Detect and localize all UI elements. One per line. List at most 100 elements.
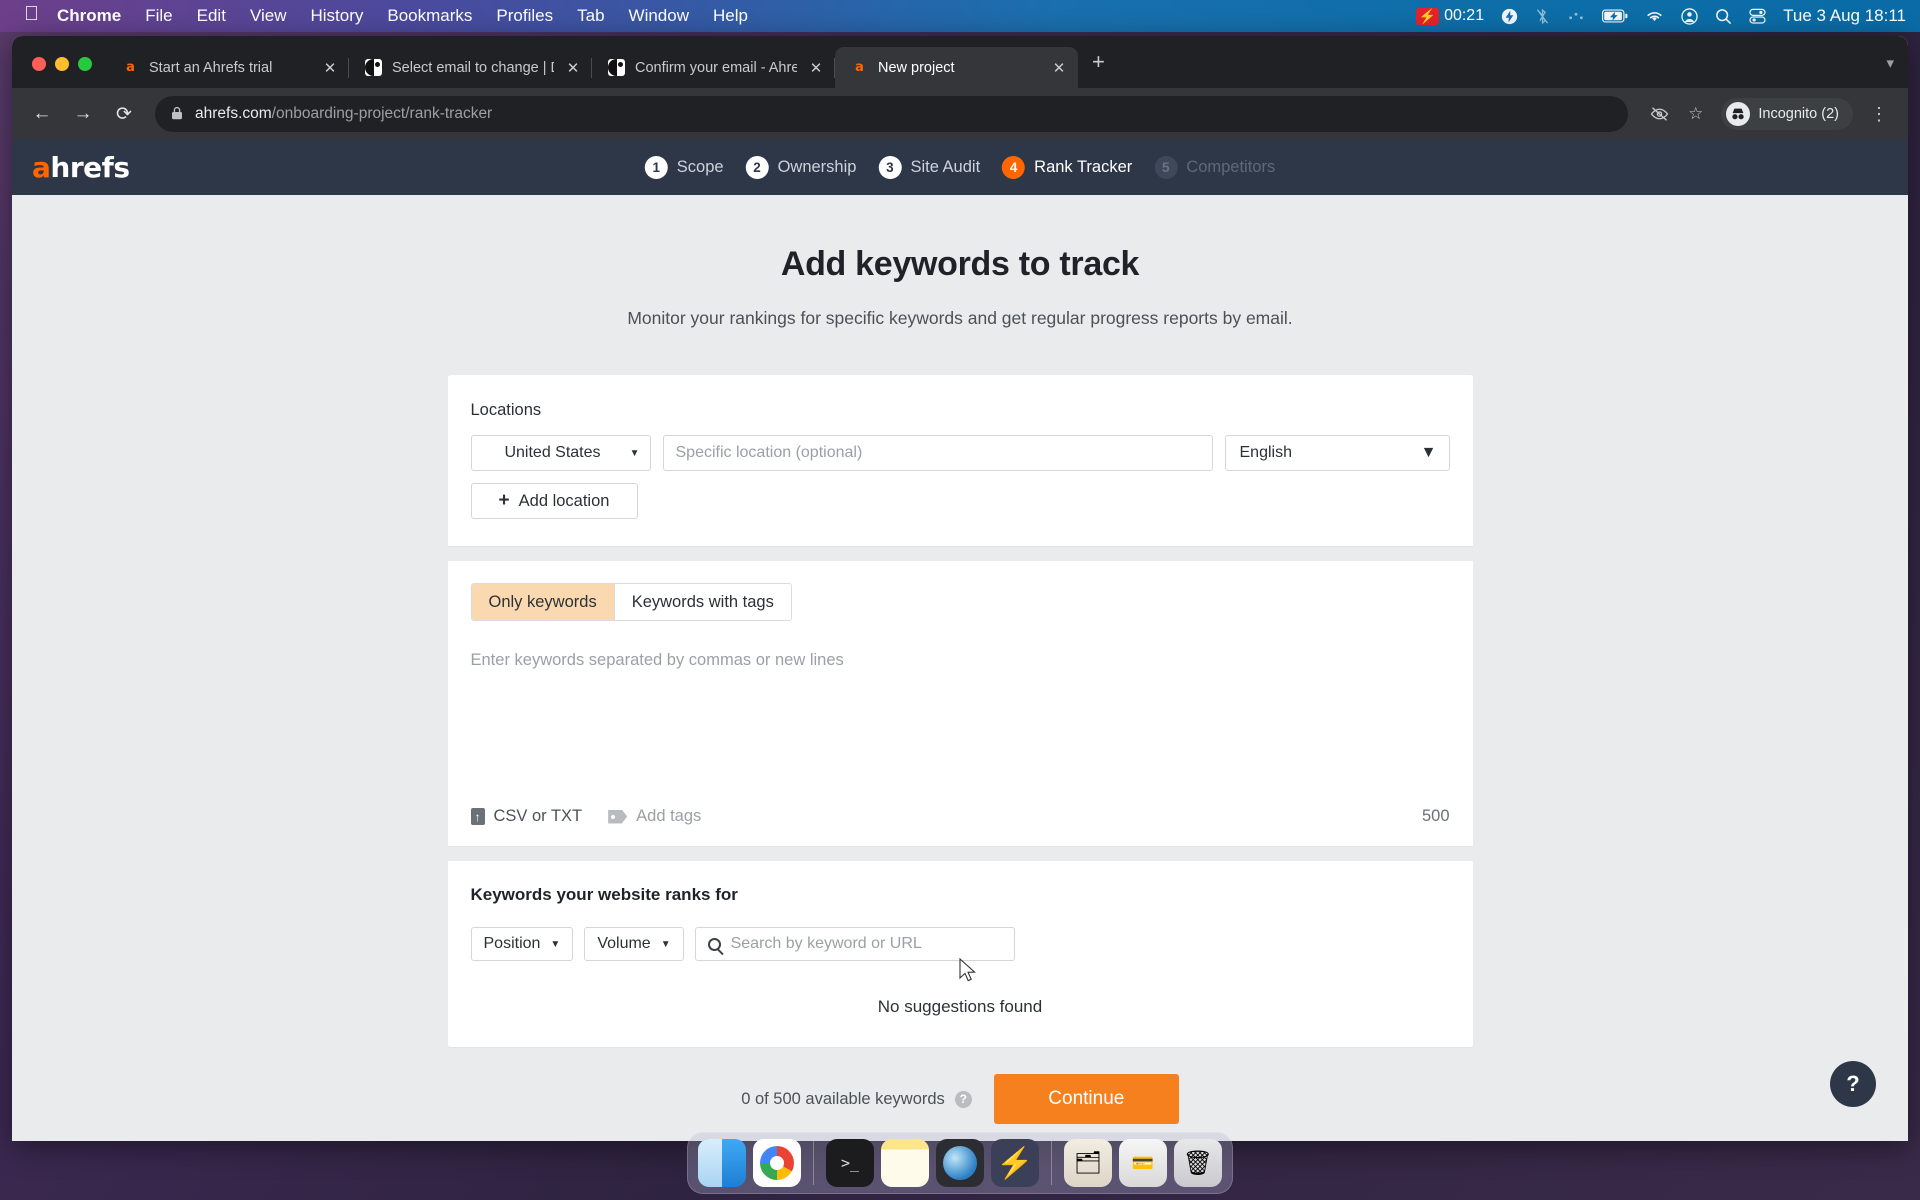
ranks-filter-row: Position ▼ Volume ▼ Search by keyword or… xyxy=(470,927,1450,961)
recording-bolt-icon: ⚡ xyxy=(1415,7,1440,25)
menu-item-file[interactable]: File xyxy=(145,6,172,26)
dock-trash[interactable]: 🗑 xyxy=(1174,1139,1222,1187)
browser-tab[interactable]: a Start an Ahrefs trial ✕ xyxy=(106,47,349,88)
control-center-icon[interactable] xyxy=(1749,8,1766,24)
ahrefs-site-header: ahrefs 1 Scope 2 Ownership 3 Site Audit xyxy=(12,140,1908,195)
add-location-button[interactable]: + Add location xyxy=(470,483,638,519)
minimize-window-button[interactable] xyxy=(55,57,69,71)
django-icon xyxy=(365,59,382,76)
dock-app-preview[interactable] xyxy=(936,1139,984,1187)
new-tab-button[interactable]: + xyxy=(1078,49,1119,88)
dock-app-lightning[interactable]: ⚡ xyxy=(991,1139,1039,1187)
tab-keywords-with-tags[interactable]: Keywords with tags xyxy=(613,584,791,620)
close-window-button[interactable] xyxy=(32,57,46,71)
logo-text: hrefs xyxy=(50,151,130,184)
menu-item-history[interactable]: History xyxy=(310,6,363,26)
available-keywords-text: 0 of 500 available keywords xyxy=(741,1089,945,1108)
menu-item-view[interactable]: View xyxy=(250,6,287,26)
step-scope[interactable]: 1 Scope xyxy=(644,156,724,179)
menu-item-help[interactable]: Help xyxy=(713,6,748,26)
step-competitors: 5 Competitors xyxy=(1154,156,1275,179)
position-filter-dropdown[interactable]: Position ▼ xyxy=(470,927,574,961)
menu-item-edit[interactable]: Edit xyxy=(197,6,226,26)
dock-app-glyph: >_ xyxy=(840,1154,860,1172)
no-suggestions-message: No suggestions found xyxy=(877,997,1043,1016)
window-traffic-lights xyxy=(26,57,106,88)
add-tags-button[interactable]: Add tags xyxy=(608,807,701,826)
ahrefs-logo[interactable]: ahrefs xyxy=(32,151,130,184)
tab-title: Start an Ahrefs trial xyxy=(149,59,273,76)
step-site-audit[interactable]: 3 Site Audit xyxy=(878,156,980,179)
position-filter-label: Position xyxy=(483,935,541,952)
help-tooltip-icon[interactable]: ? xyxy=(954,1090,972,1108)
tab-search-chevron-down-icon[interactable]: ▾ xyxy=(1872,54,1908,88)
dock-app-terminal[interactable]: >_ xyxy=(826,1139,874,1187)
chrome-menu-kebab-icon[interactable]: ⋮ xyxy=(1858,104,1896,125)
available-keywords-status: 0 of 500 available keywords ? xyxy=(741,1090,972,1109)
ahrefs-icon: a xyxy=(855,60,864,75)
bolt-icon[interactable] xyxy=(1501,8,1518,25)
specific-location-input[interactable]: Specific location (optional) xyxy=(662,435,1213,471)
browser-tab[interactable]: Confirm your email - Ahrefs ✕ xyxy=(592,47,835,88)
step-rank-tracker[interactable]: 4 Rank Tracker xyxy=(1002,156,1132,179)
keywords-remaining-count: 500 xyxy=(1421,807,1450,825)
keyword-search-placeholder: Search by keyword or URL xyxy=(730,935,922,952)
macos-menu-bar:  Chrome File Edit View History Bookmark… xyxy=(0,0,1920,32)
menu-item-window[interactable]: Window xyxy=(629,6,689,26)
menu-bar-clock[interactable]: Tue 3 Aug 18:11 xyxy=(1783,6,1906,26)
screen-recording-timer[interactable]: ⚡ 00:21 xyxy=(1415,7,1485,25)
keyword-search-input[interactable]: Search by keyword or URL xyxy=(694,927,1015,961)
language-select[interactable]: English ▼ xyxy=(1224,435,1450,471)
keywords-textarea[interactable]: Enter keywords separated by commas or ne… xyxy=(471,651,1450,670)
volume-filter-dropdown[interactable]: Volume ▼ xyxy=(584,927,684,961)
bookmark-star-icon[interactable]: ☆ xyxy=(1681,104,1710,124)
timer-value: 00:21 xyxy=(1444,7,1485,24)
dots-icon[interactable] xyxy=(1567,10,1585,22)
profile-chip[interactable]: Incognito (2) xyxy=(1721,98,1853,130)
tab-only-keywords[interactable]: Only keywords xyxy=(471,584,614,620)
spotlight-search-icon[interactable] xyxy=(1715,8,1732,25)
csv-label: CSV or TXT xyxy=(493,807,583,825)
maximize-window-button[interactable] xyxy=(78,57,92,71)
close-tab-button[interactable]: ✕ xyxy=(1050,59,1068,77)
tab-title: New project xyxy=(878,59,955,76)
close-tab-button[interactable]: ✕ xyxy=(807,59,825,77)
continue-button[interactable]: Continue xyxy=(993,1074,1179,1124)
user-account-icon[interactable] xyxy=(1681,7,1698,25)
dock-app-documents[interactable]: 🗂 xyxy=(1064,1139,1112,1187)
eye-slash-icon[interactable] xyxy=(1643,106,1676,122)
lock-icon xyxy=(171,106,183,123)
wifi-icon[interactable] xyxy=(1645,9,1664,23)
browser-tab[interactable]: Select email to change | Djang ✕ xyxy=(349,47,592,88)
menu-item-bookmarks[interactable]: Bookmarks xyxy=(387,6,472,26)
menu-item-profiles[interactable]: Profiles xyxy=(496,6,553,26)
menu-item-chrome[interactable]: Chrome xyxy=(57,6,121,26)
country-select[interactable]: United States ▼ xyxy=(470,435,651,471)
browser-tab-active[interactable]: a New project ✕ xyxy=(835,47,1078,88)
apple-menu-icon[interactable]:  xyxy=(24,3,39,26)
step-ownership[interactable]: 2 Ownership xyxy=(745,156,856,179)
address-bar[interactable]: ahrefs.com/onboarding-project/rank-track… xyxy=(155,96,1629,132)
web-page-content: ahrefs 1 Scope 2 Ownership 3 Site Audit xyxy=(12,140,1908,1141)
search-icon xyxy=(707,937,721,951)
page-footer-actions: 0 of 500 available keywords ? Continue xyxy=(12,1074,1908,1124)
csv-upload-button[interactable]: CSV or TXT xyxy=(470,807,583,826)
close-tab-button[interactable]: ✕ xyxy=(564,59,582,77)
locations-label: Locations xyxy=(470,401,542,419)
dock-app-glyph: ⚡ xyxy=(996,1146,1034,1180)
help-floating-button[interactable]: ? xyxy=(1830,1061,1876,1107)
dock-app-card[interactable]: 💳 xyxy=(1119,1139,1167,1187)
close-tab-button[interactable]: ✕ xyxy=(321,59,339,77)
reload-button[interactable]: ⟳ xyxy=(106,96,142,132)
bluetooth-off-icon[interactable] xyxy=(1535,8,1550,25)
chevron-down-icon: ▼ xyxy=(629,447,640,459)
menu-item-tab[interactable]: Tab xyxy=(577,6,604,26)
dock-app-chrome[interactable] xyxy=(753,1139,801,1187)
forward-button[interactable]: → xyxy=(65,96,101,132)
battery-charging-icon[interactable] xyxy=(1602,9,1628,23)
dock-app-glyph: 🗑 xyxy=(1182,1149,1214,1177)
dock-app-notes[interactable] xyxy=(881,1139,929,1187)
dock-app-finder[interactable] xyxy=(698,1139,746,1187)
back-button[interactable]: ← xyxy=(24,96,60,132)
url-path: /onboarding-project/rank-tracker xyxy=(271,105,493,122)
